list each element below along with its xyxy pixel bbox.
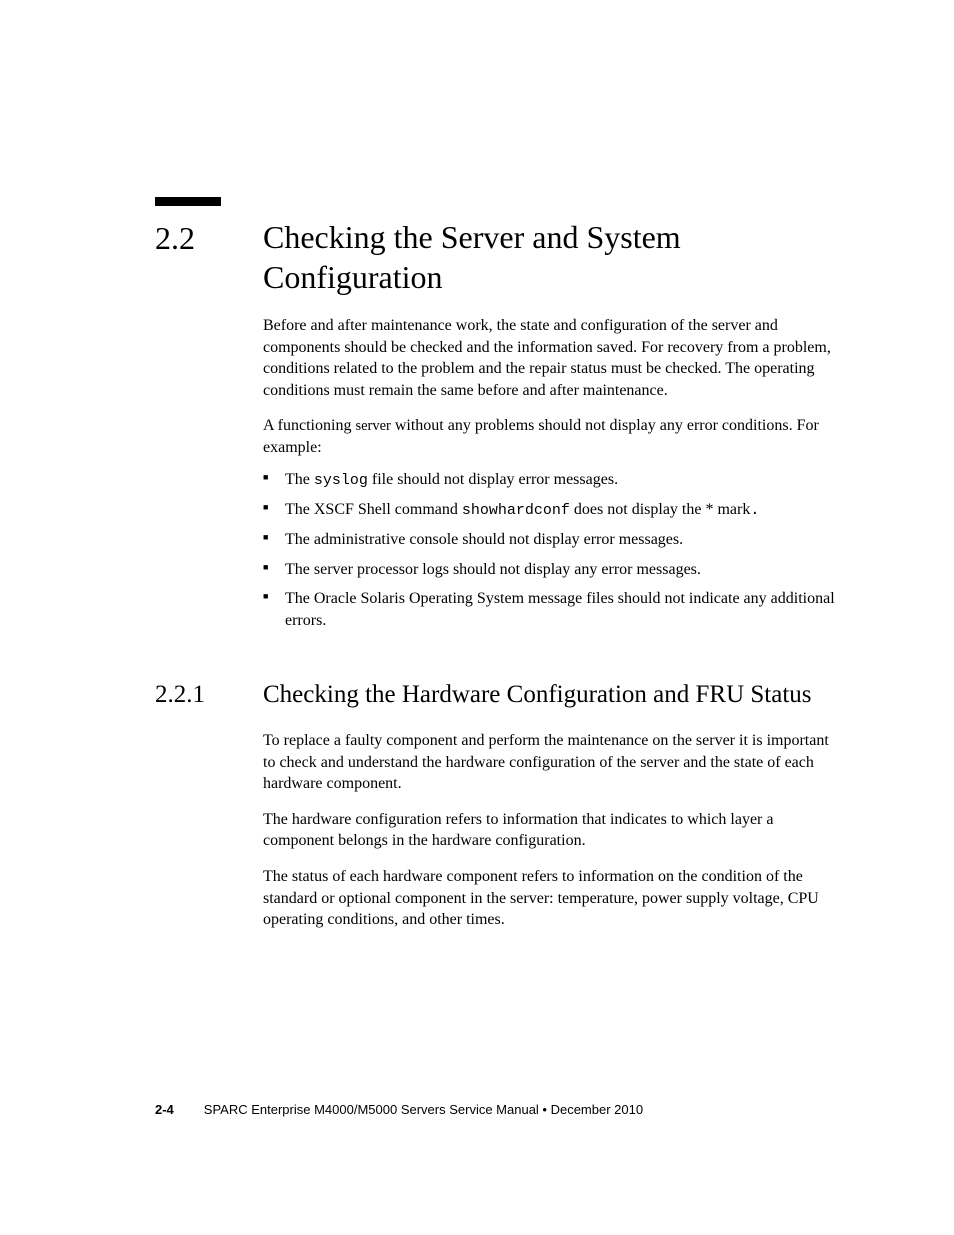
- subsection-para-1: To replace a faulty component and perfor…: [263, 730, 839, 795]
- subsection-heading: 2.2.1 Checking the Hardware Configuratio…: [155, 679, 839, 712]
- subsection-para-3: The status of each hardware component re…: [263, 866, 839, 931]
- bullet-list: The syslog file should not display error…: [263, 469, 839, 632]
- b1-post: file should not display error messages.: [368, 471, 618, 488]
- subsection-title: Checking the Hardware Configuration and …: [263, 679, 839, 712]
- section-number: 2.2: [155, 217, 215, 257]
- section-title: Checking the Server and System Configura…: [263, 217, 839, 297]
- subsection-body: To replace a faulty component and perfor…: [263, 730, 839, 931]
- b1-pre: The: [285, 471, 314, 488]
- bullet-item: The administrative console should not di…: [263, 529, 839, 551]
- b2-mono: showhardconf: [462, 502, 570, 519]
- bullet-item: The Oracle Solaris Operating System mess…: [263, 588, 839, 631]
- footer-text: SPARC Enterprise M4000/M5000 Servers Ser…: [204, 1102, 643, 1117]
- subsection-para-2: The hardware configuration refers to inf…: [263, 809, 839, 852]
- b1-mono: syslog: [314, 472, 368, 489]
- b2-pre: The XSCF Shell command: [285, 501, 462, 518]
- bullet-item: The syslog file should not display error…: [263, 469, 839, 491]
- section-body: Before and after maintenance work, the s…: [263, 315, 839, 631]
- section-para-2: A functioning server without any problem…: [263, 415, 839, 458]
- bullet-item: The server processor logs should not dis…: [263, 559, 839, 581]
- bullet-item: The XSCF Shell command showhardconf does…: [263, 499, 839, 521]
- b2-post: does not display the * mark: [570, 501, 750, 518]
- section-rule: [155, 197, 221, 206]
- b2-dot: .: [750, 502, 759, 519]
- page-number: 2-4: [155, 1102, 174, 1117]
- section-para-1: Before and after maintenance work, the s…: [263, 315, 839, 401]
- subsection-number: 2.2.1: [155, 679, 221, 710]
- page-footer: 2-4 SPARC Enterprise M4000/M5000 Servers…: [155, 1102, 839, 1117]
- para2-server: server: [355, 418, 390, 434]
- page: 2.2 Checking the Server and System Confi…: [0, 0, 954, 1235]
- section-heading: 2.2 Checking the Server and System Confi…: [155, 217, 839, 297]
- para2-pre: A functioning: [263, 417, 355, 434]
